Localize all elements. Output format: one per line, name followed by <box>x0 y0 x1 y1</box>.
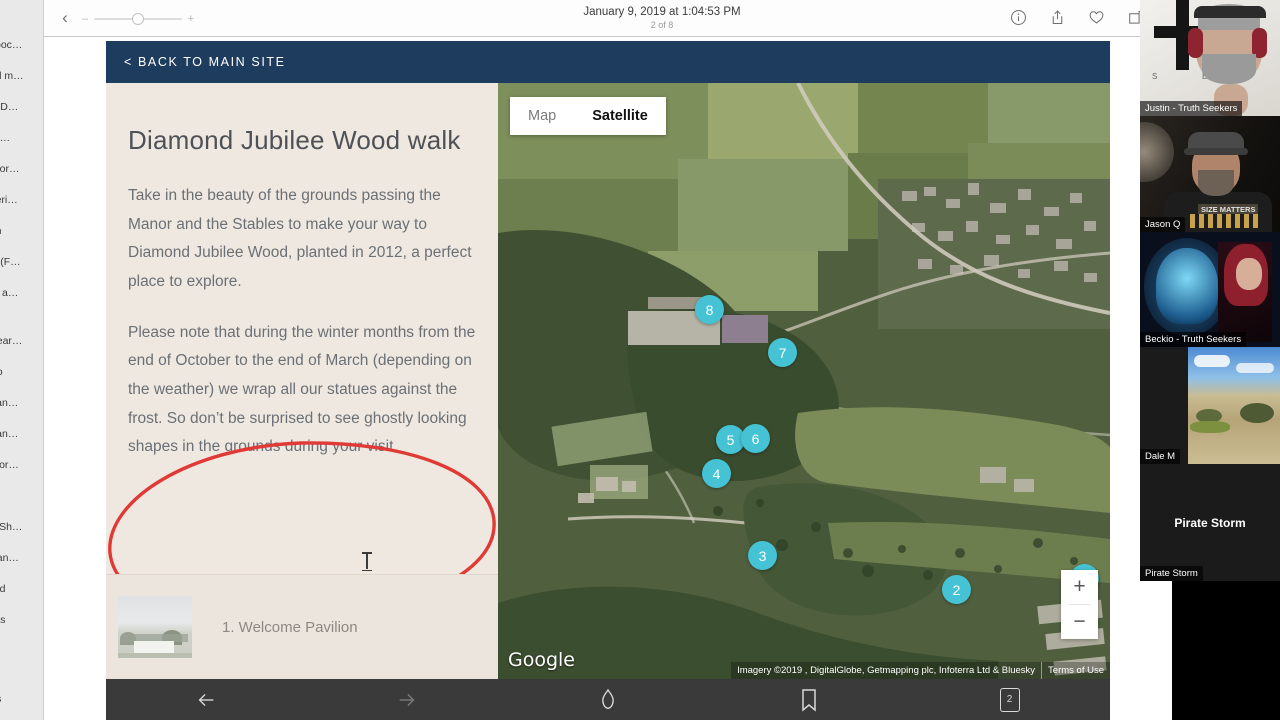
map-marker-3[interactable]: 3 <box>748 541 777 570</box>
heart-icon[interactable] <box>1087 8 1106 27</box>
back-to-main-site-label: < BACK TO MAIN SITE <box>124 55 286 69</box>
map-marker-2[interactable]: 2 <box>942 575 971 604</box>
map-zoom-out-button[interactable]: − <box>1061 605 1098 639</box>
article-pane: Diamond Jubilee Wood walk Take in the be… <box>106 83 498 679</box>
participant-name: Justin - Truth Seekers <box>1140 101 1243 116</box>
sidebar-item-17[interactable]: n an… <box>0 543 43 574</box>
sidebar-item-6[interactable]: kin <box>0 216 43 247</box>
cloud-decor <box>1194 355 1230 367</box>
tab-switcher-button[interactable]: 2 <box>909 687 1110 712</box>
cap-brim-decor <box>1184 148 1248 155</box>
screen: Époc…cal m…er D…da…epor…iseri…kinar (F…n… <box>0 0 1280 720</box>
browser-back-button[interactable] <box>106 689 307 711</box>
participant-tile[interactable]: Beckio - Truth Seekers <box>1140 232 1280 347</box>
participant-tile[interactable]: SIZE MATTERS Jason Q <box>1140 116 1280 232</box>
sidebar-item-23[interactable]: travel <box>0 715 43 720</box>
sidebar-item-21[interactable]: s <box>0 653 43 684</box>
text-cursor <box>362 552 372 571</box>
sidebar-item-19[interactable]: erts <box>0 605 43 636</box>
participant-name: Pirate Storm <box>1140 566 1203 581</box>
sidebar-item-12[interactable]: s an… <box>0 388 43 419</box>
poi-label: 1. Welcome Pavilion <box>222 618 358 636</box>
map-type-satellite[interactable]: Satellite <box>574 108 666 124</box>
sidebar-item-7[interactable]: ar (F… <box>0 247 43 278</box>
info-icon[interactable] <box>1009 8 1028 27</box>
map-zoom-in-button[interactable]: + <box>1061 570 1098 604</box>
shrub-decor <box>1240 403 1274 423</box>
sidebar-item-8[interactable]: ns a… <box>0 278 43 309</box>
satellite-map[interactable]: Map Satellite 12345678 + − Google Imager… <box>498 83 1110 679</box>
map-marker-6[interactable]: 6 <box>741 424 770 453</box>
sidebar-item-13[interactable]: s an… <box>0 419 43 450</box>
document-toolbar: ‹ – + January 9, 2019 at 1:04:53 PM 2 of… <box>44 0 1280 37</box>
sidebar-item-18[interactable]: ood <box>0 574 43 605</box>
map-zoom-controls[interactable]: + − <box>1061 570 1098 639</box>
sidebar-item-11[interactable]: nfo <box>0 357 43 388</box>
map-type-toggle[interactable]: Map Satellite <box>510 97 666 135</box>
wolf-avatar-image <box>1156 248 1218 324</box>
article-paragraph-1: Take in the beauty of the grounds passin… <box>128 187 472 291</box>
map-imagery <box>498 83 1110 679</box>
participant-name: Beckio - Truth Seekers <box>1140 332 1247 347</box>
back-to-main-site-bar[interactable]: < BACK TO MAIN SITE <box>106 41 1110 83</box>
light-glow <box>1140 122 1174 182</box>
flame-icon[interactable] <box>508 688 709 712</box>
sidebar-item-16[interactable]: ol Sh… <box>0 512 43 543</box>
map-attribution: Imagery ©2019 , DigitalGlobe, Getmapping… <box>731 662 1110 679</box>
bookmark-icon[interactable] <box>708 688 909 712</box>
participant-tile[interactable]: Dale M <box>1140 347 1280 464</box>
face-decor <box>1236 258 1262 290</box>
welcome-pavilion-thumbnail <box>118 596 192 658</box>
headset-band <box>1194 6 1266 18</box>
sidebar-item-10[interactable]: o ear… <box>0 326 43 357</box>
beard-decor <box>1202 54 1256 84</box>
map-marker-7[interactable]: 7 <box>768 338 797 367</box>
browser-forward-button[interactable] <box>307 689 508 711</box>
web-page-viewport: < BACK TO MAIN SITE Diamond Jubilee Wood… <box>106 41 1110 679</box>
imagery-attribution: Imagery ©2019 , DigitalGlobe, Getmapping… <box>737 665 1036 676</box>
shirt-graphic-decor <box>1190 214 1262 228</box>
sidebar-item-0[interactable]: Époc… <box>0 30 43 61</box>
sidebar-item-5[interactable]: iseri… <box>0 185 43 216</box>
map-marker-4[interactable]: 4 <box>702 459 731 488</box>
sidebar-item-4[interactable]: epor… <box>0 154 43 185</box>
google-logo: Google <box>508 649 576 671</box>
sidebar-item-15[interactable]: un <box>0 481 43 512</box>
participant-name: Dale M <box>1140 449 1181 464</box>
vegetation-decor <box>1190 421 1230 433</box>
headset-cup-left <box>1188 28 1203 58</box>
participant-name: Jason Q <box>1140 217 1186 232</box>
os-sidebar[interactable]: Époc…cal m…er D…da…epor…iseri…kinar (F…n… <box>0 0 44 720</box>
sidebar-item-2[interactable]: er D… <box>0 92 43 123</box>
participant-tile[interactable]: S E Justin - Truth Seekers <box>1140 0 1280 116</box>
sidebar-item-22[interactable]: cts <box>0 684 43 715</box>
participant-tile[interactable]: Pirate Storm Pirate Storm <box>1140 464 1280 581</box>
map-marker-8[interactable]: 8 <box>695 295 724 324</box>
article-paragraph-2: Please note that during the winter month… <box>128 323 476 456</box>
sidebar-item-3[interactable]: da… <box>0 123 43 154</box>
map-type-map[interactable]: Map <box>510 108 574 124</box>
browser-bottom-bar: 2 <box>106 679 1110 720</box>
share-icon[interactable] <box>1048 8 1067 27</box>
article-title: Diamond Jubilee Wood walk <box>128 125 461 155</box>
participant-display-text: Pirate Storm <box>1174 515 1246 530</box>
sidebar-item-1[interactable]: cal m… <box>0 61 43 92</box>
terms-of-use-link[interactable]: Terms of Use <box>1041 662 1110 679</box>
poi-list-item[interactable]: 1. Welcome Pavilion <box>106 574 498 679</box>
beard-decor <box>1198 170 1234 196</box>
tab-count: 2 <box>999 687 1020 712</box>
article-copy: Diamond Jubilee Wood walk Take in the be… <box>106 83 498 462</box>
cloud-decor <box>1236 363 1274 373</box>
window-edge-strip <box>1140 581 1172 720</box>
backdrop-text-left: S <box>1152 72 1158 81</box>
page-content: Diamond Jubilee Wood walk Take in the be… <box>106 83 1110 679</box>
sidebar-item-14[interactable]: s for… <box>0 450 43 481</box>
